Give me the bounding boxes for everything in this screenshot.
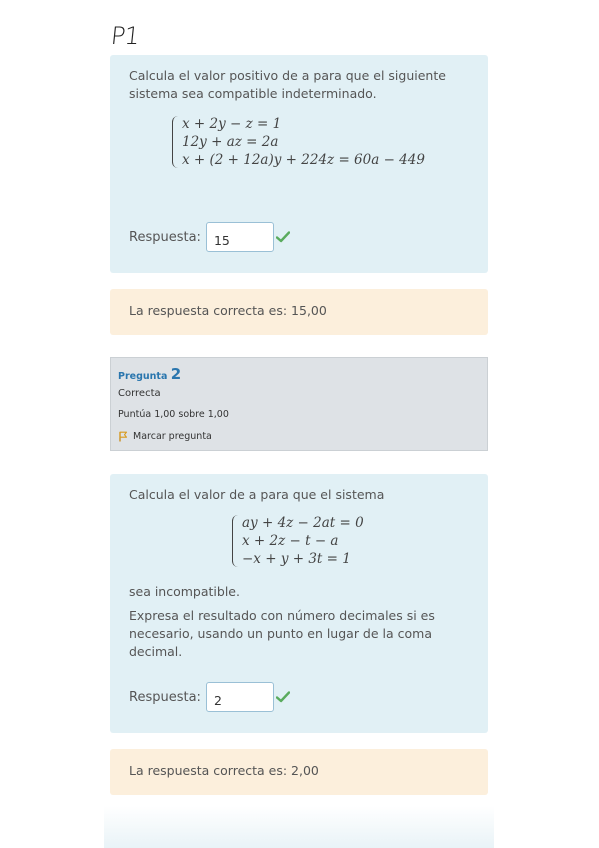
question-1-text: Calcula el valor positivo de a para que … xyxy=(129,68,446,101)
question-2-text-box: Calcula el valor de a para que el sistem… xyxy=(110,474,488,733)
question-number: Pregunta 2 xyxy=(118,365,181,383)
question-2-info: Pregunta 2 Correcta Puntúa 1,00 sobre 1,… xyxy=(110,357,488,451)
equation-1: ay + 4z − 2at = 0 xyxy=(242,515,364,531)
question-2-answer-row: Respuesta: 2 xyxy=(129,682,290,712)
question-2-text: Calcula el valor de a para que el sistem… xyxy=(129,487,385,502)
question-2-text-after: sea incompatible. xyxy=(129,584,240,599)
equation-2: 12y + az = 2a xyxy=(182,134,279,150)
answer-label: Respuesta: xyxy=(129,229,201,245)
question-1-equation-system: x + 2y − z = 1 12y + az = 2a x + (2 + 12… xyxy=(172,115,425,169)
question-grade: Puntúa 1,00 sobre 1,00 xyxy=(118,409,229,420)
check-icon xyxy=(275,231,290,243)
question-number-value: 2 xyxy=(170,365,182,383)
correct-answer-text: La respuesta correcta es: 2,00 xyxy=(129,763,319,778)
flag-icon xyxy=(119,431,128,442)
question-2-feedback: La respuesta correcta es: 2,00 xyxy=(110,749,488,795)
equation-2: x + 2z − t − a xyxy=(242,533,339,549)
handwritten-note: P1 xyxy=(109,22,141,50)
answer-input[interactable]: 2 xyxy=(205,682,274,712)
next-section-fade xyxy=(104,806,494,848)
question-1-text-box: Calcula el valor positivo de a para que … xyxy=(110,55,488,273)
check-icon xyxy=(275,691,290,703)
equation-1: x + 2y − z = 1 xyxy=(182,116,282,132)
brace xyxy=(232,515,240,567)
equation-3: −x + y + 3t = 1 xyxy=(242,551,351,567)
answer-input[interactable]: 15 xyxy=(205,222,274,252)
equation-3: x + (2 + 12a)y + 224z = 60a − 449 xyxy=(182,152,425,168)
question-1-feedback: La respuesta correcta es: 15,00 xyxy=(110,289,488,335)
flag-label: Marcar pregunta xyxy=(133,431,212,442)
question-2-equation-system: ay + 4z − 2at = 0 x + 2z − t − a −x + y … xyxy=(232,514,364,568)
flag-question-link[interactable]: Marcar pregunta xyxy=(118,431,212,442)
question-2-instructions: Expresa el resultado con número decimale… xyxy=(129,608,435,659)
question-state: Correcta xyxy=(118,388,161,399)
answer-label: Respuesta: xyxy=(129,689,201,705)
question-1-answer-row: Respuesta: 15 xyxy=(129,222,290,252)
correct-answer-text: La respuesta correcta es: 15,00 xyxy=(129,303,327,318)
brace xyxy=(172,116,180,168)
question-prefix: Pregunta xyxy=(118,371,168,382)
